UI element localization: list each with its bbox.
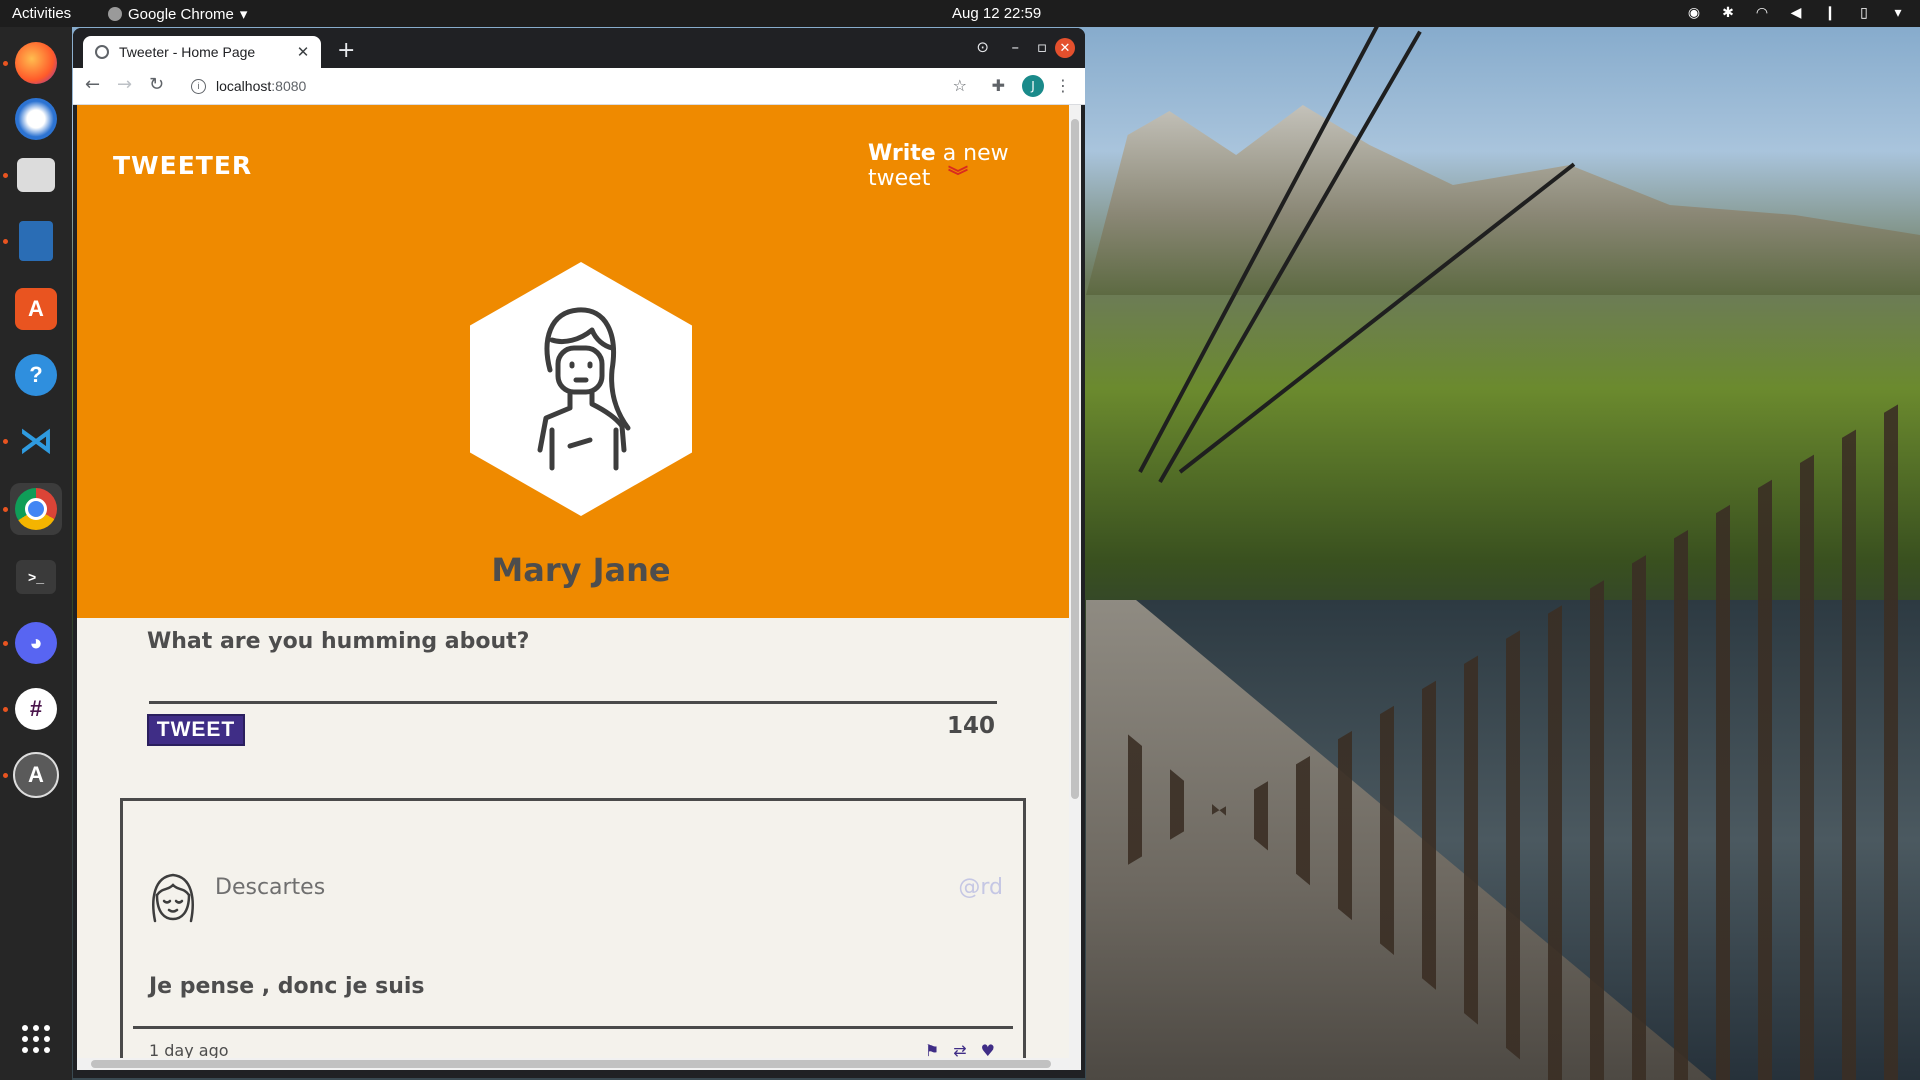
wallpaper-mountains (1086, 105, 1920, 295)
running-indicator (3, 239, 8, 244)
running-indicator (3, 61, 8, 66)
document-icon (19, 221, 53, 261)
new-tweet-prompt[interactable]: What are you humming about? (147, 629, 529, 654)
slack-icon: # (15, 688, 57, 730)
software-center-launcher[interactable]: A (10, 283, 62, 335)
chrome-window: Tweeter - Home Page ✕ + ⊙ – ▫ ✕ ← → ↻ i … (73, 28, 1085, 1078)
system-tray[interactable]: ◉ ✱ ◠ ◀ ❙ ▯ ▾ (1686, 4, 1906, 20)
battery-icon[interactable]: ▯ (1856, 4, 1872, 20)
address-bar[interactable]: i localhost:8080 (183, 72, 953, 100)
app-launcher-a[interactable]: A (10, 749, 62, 801)
firefox-launcher[interactable] (10, 37, 62, 89)
apps-grid-icon (22, 1025, 50, 1053)
slack-tray-icon[interactable]: ✱ (1720, 4, 1736, 20)
profile-avatar-hexagon (470, 262, 692, 516)
software-updater-icon: A (13, 752, 59, 798)
chrome-launcher[interactable] (10, 483, 62, 535)
double-chevron-down-icon[interactable]: ︾ (948, 166, 968, 186)
tweet-author-avatar-icon (152, 873, 194, 923)
app-store-icon: A (15, 288, 57, 330)
minimize-button[interactable]: – (1012, 38, 1020, 56)
chrome-small-icon (108, 7, 122, 21)
wifi-icon[interactable]: ◠ (1754, 4, 1770, 20)
url-host: localhost (216, 78, 272, 94)
horizontal-scrollbar[interactable] (77, 1058, 1069, 1070)
tweet-author-name: Descartes (215, 875, 326, 900)
volume-icon[interactable]: ◀ (1788, 4, 1804, 20)
activities-button[interactable]: Activities (12, 5, 71, 22)
vertical-scrollbar-thumb[interactable] (1071, 119, 1079, 799)
system-top-bar: Activities Google Chrome ▾ Aug 12 22:59 … (0, 0, 1920, 27)
vscode-launcher[interactable]: ⋊ (10, 415, 62, 467)
chrome-icon (15, 488, 57, 530)
running-indicator (3, 439, 8, 444)
help-launcher[interactable]: ? (10, 349, 62, 401)
site-brand[interactable]: TWEETER (113, 151, 252, 180)
profile-avatar[interactable]: J (1022, 75, 1044, 97)
tweet-submit-button[interactable]: TWEET (147, 714, 245, 746)
page-viewport: TWEETER Write a new tweet ︾ Mary Jane Wh… (77, 105, 1069, 1070)
write-new-tweet-link[interactable]: Write a new tweet (868, 141, 1069, 191)
clock[interactable]: Aug 12 22:59 (952, 5, 1041, 22)
running-indicator (3, 173, 8, 178)
firefox-icon (15, 42, 57, 84)
running-indicator (3, 641, 8, 646)
chevron-down-icon: ▾ (239, 6, 248, 23)
folder-icon (17, 158, 55, 192)
url-port: :8080 (271, 78, 307, 94)
terminal-icon: >_ (16, 560, 56, 594)
vscode-icon: ⋊ (19, 422, 53, 460)
back-button[interactable]: ← (85, 74, 100, 95)
tab-search-icon[interactable]: ⊙ (976, 38, 989, 56)
tab-strip: Tweeter - Home Page ✕ + ⊙ – ▫ ✕ (73, 28, 1085, 68)
help-icon: ? (15, 354, 57, 396)
character-counter: 140 (947, 713, 996, 739)
discord-launcher[interactable]: ◕ (10, 617, 62, 669)
running-indicator (3, 507, 8, 512)
tweet-body: Je pense , donc je suis (149, 974, 425, 999)
vertical-scrollbar[interactable] (1069, 105, 1081, 1070)
thunderbird-icon (15, 98, 57, 140)
tweet-author-handle: @rd (958, 875, 1003, 900)
profile-header: TWEETER Write a new tweet ︾ Mary Jane (77, 105, 1069, 618)
forward-button[interactable]: → (117, 74, 132, 95)
bookmark-star-icon[interactable]: ☆ (953, 76, 967, 95)
maximize-button[interactable]: ▫ (1037, 38, 1047, 56)
app-menu-label: Google Chrome (128, 5, 234, 23)
close-window-button[interactable]: ✕ (1055, 38, 1075, 58)
system-menu-chevron-icon[interactable]: ▾ (1890, 4, 1906, 20)
tweet-textarea-underline[interactable] (149, 701, 997, 704)
woman-avatar-icon (537, 307, 631, 471)
slack-launcher[interactable]: # (10, 683, 62, 735)
reload-button[interactable]: ↻ (149, 74, 164, 95)
profile-user-name: Mary Jane (491, 551, 671, 589)
running-indicator (3, 773, 8, 778)
files-launcher[interactable] (10, 149, 62, 201)
app-menu[interactable]: Google Chrome ▾ (108, 5, 247, 23)
terminal-launcher[interactable]: >_ (10, 551, 62, 603)
tweet-card: Descartes @rd Je pense , donc je suis 1 … (120, 798, 1026, 1070)
site-info-icon[interactable]: i (191, 78, 206, 94)
thunderbird-launcher[interactable] (10, 93, 62, 145)
running-indicator (3, 707, 8, 712)
tweet-divider (133, 1026, 1013, 1029)
write-bold: Write (868, 141, 936, 166)
tab-title: Tweeter - Home Page (119, 44, 256, 60)
horizontal-scrollbar-thumb[interactable] (91, 1060, 1051, 1068)
tab-tweeter-home[interactable]: Tweeter - Home Page ✕ (83, 36, 321, 68)
extensions-puzzle-icon[interactable]: ✚ (992, 76, 1005, 95)
new-tab-button[interactable]: + (337, 38, 355, 63)
microphone-icon[interactable]: ❙ (1822, 4, 1838, 20)
show-applications-button[interactable] (10, 1013, 62, 1065)
close-tab-icon[interactable]: ✕ (293, 43, 313, 61)
more-menu-icon[interactable]: ⋮ (1055, 76, 1071, 95)
globe-icon (95, 45, 109, 59)
browser-toolbar: ← → ↻ i localhost:8080 ☆ ✚ J ⋮ (73, 68, 1085, 105)
dock: A ? ⋊ >_ ◕ # A (0, 27, 72, 1080)
discord-tray-icon[interactable]: ◉ (1686, 4, 1702, 20)
discord-icon: ◕ (15, 622, 57, 664)
writer-launcher[interactable] (10, 215, 62, 267)
